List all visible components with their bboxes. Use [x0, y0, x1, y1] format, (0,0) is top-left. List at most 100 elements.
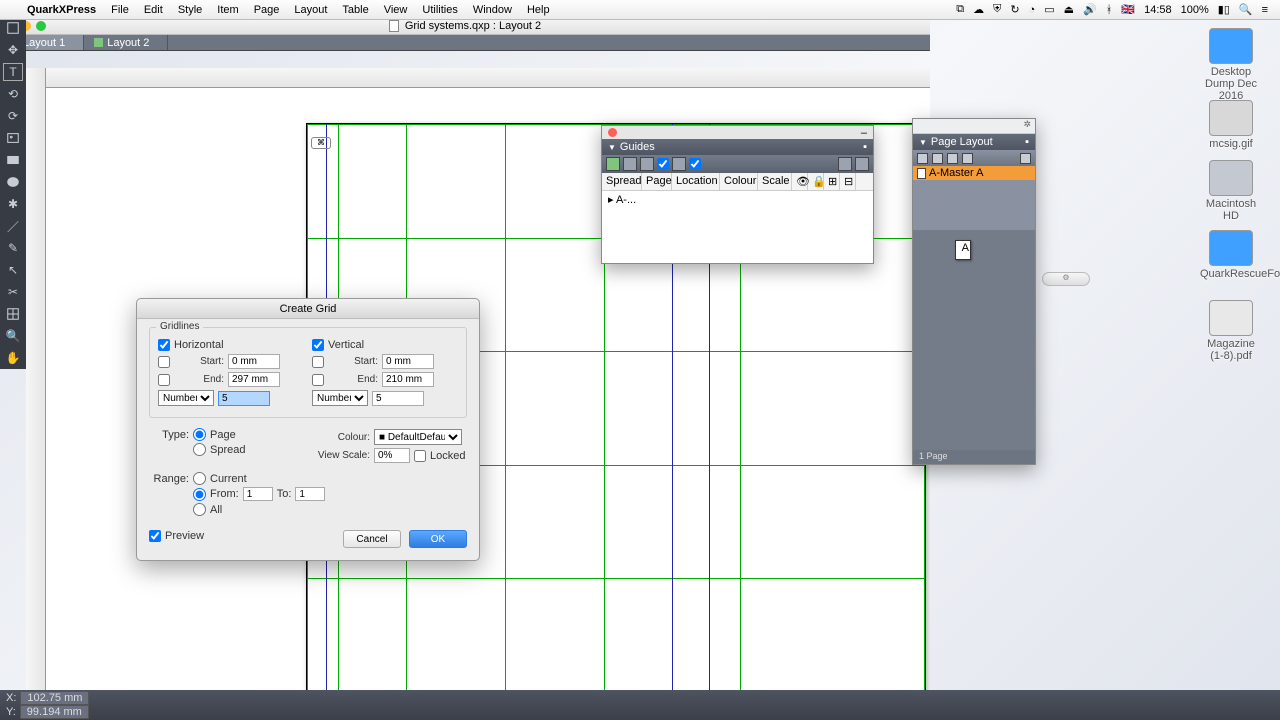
backup-icon[interactable]: ◔ — [1029, 4, 1036, 16]
range-current-radio[interactable] — [193, 472, 206, 485]
range-from-field[interactable] — [243, 487, 273, 501]
add-guide-icon[interactable] — [606, 157, 620, 171]
disclosure-icon[interactable]: ▼ — [919, 138, 927, 147]
page-layout-palette[interactable]: ✲ ▼Page Layout▪ A-Master A A 1 Page — [912, 118, 1036, 465]
v-mode-select[interactable]: Number — [312, 390, 368, 406]
desktop-icon[interactable]: QuarkRescueFolder — [1200, 230, 1262, 280]
vguide-icon[interactable] — [640, 157, 654, 171]
grid-icon[interactable] — [672, 157, 686, 171]
zoom-icon[interactable] — [36, 21, 46, 31]
h-start-field[interactable] — [228, 354, 280, 369]
text-tool[interactable]: T — [3, 63, 23, 81]
item-tool[interactable] — [3, 19, 23, 37]
range-to-field[interactable] — [295, 487, 325, 501]
v-number-field[interactable] — [372, 391, 424, 406]
pointer-tool[interactable]: ↖ — [3, 261, 23, 279]
palette-mini-titlebar[interactable]: – — [602, 126, 873, 139]
link-tool[interactable]: ⟲ — [3, 85, 23, 103]
page-thumbnail[interactable]: A — [955, 240, 971, 260]
picture-tool[interactable] — [3, 129, 23, 147]
preview-checkbox[interactable] — [149, 530, 161, 542]
menu-page[interactable]: Page — [254, 4, 280, 16]
battery-icon[interactable]: ▮▯ — [1218, 3, 1230, 16]
menu-file[interactable]: File — [111, 4, 129, 16]
pen-tool[interactable]: ✎ — [3, 239, 23, 257]
scissors-tool[interactable]: ✂ — [3, 283, 23, 301]
x-field[interactable]: 102.75 mm — [20, 691, 89, 705]
type-page-radio[interactable] — [193, 428, 206, 441]
viewscale-field[interactable] — [374, 448, 410, 463]
palette-options[interactable]: ✲ — [913, 119, 1035, 134]
v-start-field[interactable] — [382, 354, 434, 369]
single-page-icon[interactable] — [917, 153, 928, 164]
clock[interactable]: 14:58 — [1144, 4, 1172, 16]
eject-icon[interactable]: ⏏ — [1064, 3, 1074, 16]
y-field[interactable]: 99.194 mm — [20, 705, 89, 719]
duplicate-icon[interactable] — [947, 153, 958, 164]
bluetooth-icon[interactable]: ᚼ — [1106, 4, 1113, 16]
menu-layout[interactable]: Layout — [294, 4, 327, 16]
tab-layout2[interactable]: Layout 2 — [84, 35, 168, 50]
display-icon[interactable]: ▭ — [1044, 3, 1054, 16]
unlink-tool[interactable]: ⟳ — [3, 107, 23, 125]
dialog-titlebar[interactable]: Create Grid — [137, 299, 479, 319]
menu-table[interactable]: Table — [342, 4, 368, 16]
oval-tool[interactable] — [3, 173, 23, 191]
vertical-ruler[interactable] — [26, 68, 46, 702]
guide-toggle-1[interactable] — [657, 158, 669, 170]
lock-guides-icon[interactable] — [855, 157, 869, 171]
app-menu[interactable]: QuarkXPress — [27, 4, 96, 16]
notifications-icon[interactable]: ≡ — [1262, 4, 1268, 16]
facing-page-icon[interactable] — [932, 153, 943, 164]
menu-edit[interactable]: Edit — [144, 4, 163, 16]
collapse-icon[interactable]: ▪ — [863, 141, 867, 153]
palette-title[interactable]: ▼Page Layout▪ — [913, 134, 1035, 150]
shield-icon[interactable]: ⛨ — [993, 3, 1001, 16]
h-number-field[interactable] — [218, 391, 270, 406]
dropbox-icon[interactable]: ⧉ — [956, 3, 964, 16]
horizontal-checkbox[interactable] — [158, 339, 170, 351]
line-tool[interactable]: ／ — [3, 217, 23, 235]
sync-icon[interactable]: ↻ — [1010, 3, 1019, 16]
spotlight-icon[interactable]: 🔍 — [1239, 3, 1253, 16]
list-item[interactable]: ▸ A-... — [608, 193, 867, 206]
menu-help[interactable]: Help — [527, 4, 550, 16]
pages-area[interactable]: A — [913, 230, 1035, 450]
desktop-icon[interactable]: Desktop Dump Dec 2016 — [1200, 28, 1262, 102]
menu-view[interactable]: View — [384, 4, 408, 16]
type-spread-radio[interactable] — [193, 443, 206, 456]
battery-pct[interactable]: 100% — [1181, 4, 1209, 16]
desktop-icon[interactable]: Magazine (1-8).pdf — [1200, 300, 1262, 362]
menu-utilities[interactable]: Utilities — [422, 4, 457, 16]
lang-icon[interactable]: 🇬🇧 — [1121, 3, 1135, 16]
trash-icon[interactable] — [1020, 153, 1031, 164]
vertical-checkbox[interactable] — [312, 339, 324, 351]
desktop-icon[interactable]: mcsig.gif — [1200, 100, 1262, 150]
menu-window[interactable]: Window — [473, 4, 512, 16]
minimize-icon[interactable]: – — [861, 127, 867, 139]
move-tool[interactable]: ✥ — [3, 41, 23, 59]
volume-icon[interactable]: 🔊 — [1083, 3, 1097, 16]
v-end-field[interactable] — [382, 372, 434, 387]
menu-item[interactable]: Item — [217, 4, 238, 16]
menu-style[interactable]: Style — [178, 4, 202, 16]
collapse-icon[interactable]: ▪ — [1025, 136, 1029, 148]
close-icon[interactable] — [608, 128, 617, 137]
colour-select[interactable]: ■ DefaultDefault — [374, 429, 462, 445]
locked-checkbox[interactable] — [414, 450, 426, 462]
ok-button[interactable]: OK — [409, 530, 467, 548]
zoom-tool[interactable]: 🔍 — [3, 327, 23, 345]
h-mode-select[interactable]: Number — [158, 390, 214, 406]
show-icon[interactable] — [838, 157, 852, 171]
palette-title[interactable]: ▼Guides▪ — [602, 139, 873, 155]
pan-tool[interactable]: ✋ — [3, 349, 23, 367]
table-tool[interactable] — [3, 305, 23, 323]
section-icon[interactable] — [962, 153, 973, 164]
master-item[interactable]: A-Master A — [913, 166, 1035, 180]
v-start-checkbox[interactable] — [312, 356, 324, 368]
range-all-radio[interactable] — [193, 503, 206, 516]
h-start-checkbox[interactable] — [158, 356, 170, 368]
hguide-icon[interactable] — [623, 157, 637, 171]
cloud-icon[interactable]: ☁ — [973, 3, 984, 16]
collapsed-palette[interactable]: ⚙ — [1042, 272, 1090, 286]
